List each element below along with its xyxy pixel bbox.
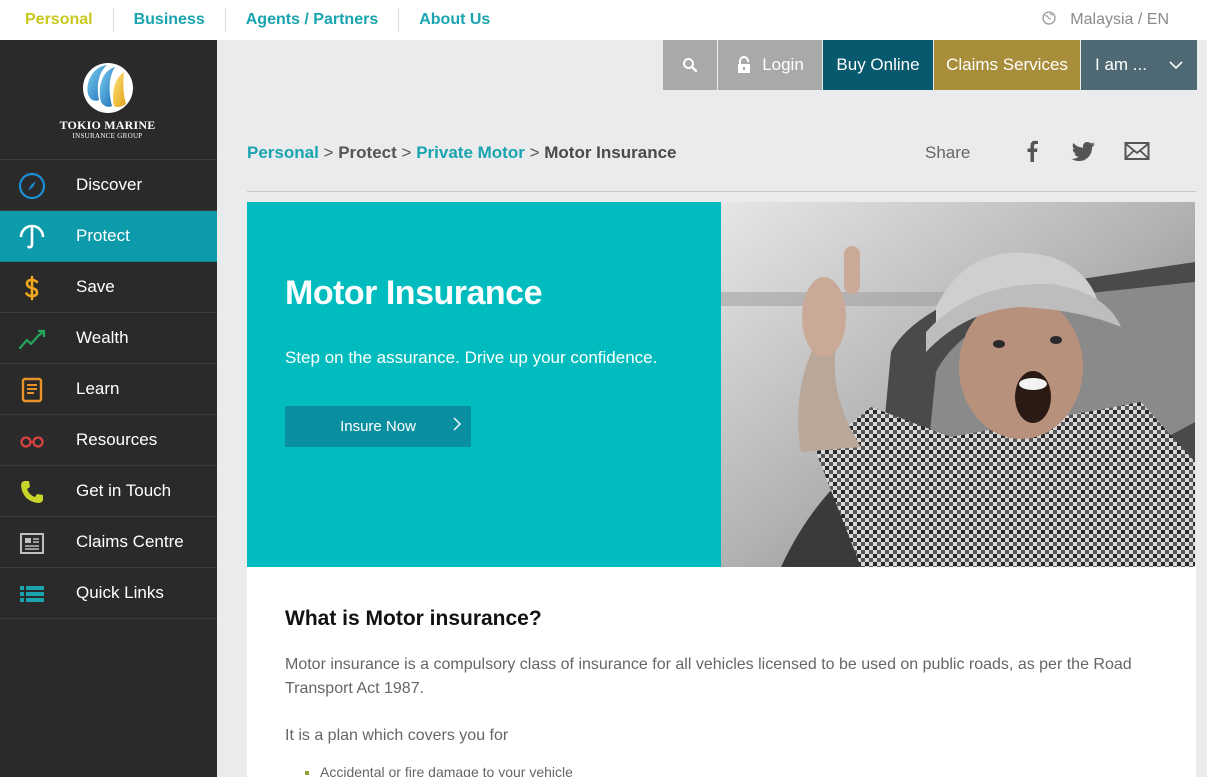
top-bar: Personal Business Agents / Partners Abou… xyxy=(0,0,1207,40)
intro-paragraph: Motor insurance is a compulsory class of… xyxy=(285,656,1132,697)
sidebar-item-protect[interactable]: Protect xyxy=(0,211,217,262)
sidebar-item-claims-centre[interactable]: Claims Centre xyxy=(0,517,217,568)
list-bullet xyxy=(305,771,309,775)
logo[interactable]: TOKIO MARINE INSURANCE GROUP xyxy=(0,40,217,160)
book-icon xyxy=(21,377,43,403)
i-am-dropdown[interactable]: I am ... xyxy=(1081,40,1197,90)
sidebar-item-wealth[interactable]: Wealth xyxy=(0,313,217,364)
sidebar-item-resources[interactable]: Resources xyxy=(0,415,217,466)
dollar-icon xyxy=(25,275,39,301)
breadcrumb-separator: > xyxy=(529,143,540,162)
email-icon[interactable] xyxy=(1124,139,1150,163)
search-icon xyxy=(683,58,698,73)
buy-online-button[interactable]: Buy Online xyxy=(823,40,933,90)
hero-banner: Motor Insurance Step on the assurance. D… xyxy=(247,202,721,567)
divider xyxy=(247,191,1196,192)
sidebar-item-label: Resources xyxy=(76,430,158,449)
breadcrumb-personal[interactable]: Personal xyxy=(247,143,319,162)
sidebar-item-label: Get in Touch xyxy=(76,481,172,500)
chevron-right-icon xyxy=(453,417,461,431)
umbrella-icon xyxy=(19,224,45,249)
share-label: Share xyxy=(925,143,971,162)
section-heading: What is Motor insurance? xyxy=(285,607,542,630)
lock-icon xyxy=(738,56,751,73)
login-button[interactable]: Login xyxy=(718,40,822,90)
insure-now-label: Insure Now xyxy=(340,418,416,435)
coverage-intro: It is a plan which covers you for xyxy=(285,727,509,744)
top-nav-about-us[interactable]: About Us xyxy=(399,8,510,32)
breadcrumb: Personal > Protect > Private Motor > Mot… xyxy=(247,143,677,163)
twitter-icon[interactable] xyxy=(1071,139,1097,163)
list-icon xyxy=(20,586,44,602)
logo-text-name: TOKIO MARINE xyxy=(59,118,156,132)
tokio-marine-logo-icon xyxy=(83,63,133,113)
claims-services-button[interactable]: Claims Services xyxy=(934,40,1080,90)
sidebar-item-label: Discover xyxy=(76,175,143,194)
list-item: Accidental or fire damage to your vehicl… xyxy=(320,764,573,777)
insure-now-button[interactable]: Insure Now xyxy=(285,406,471,447)
sidebar-item-get-in-touch[interactable]: Get in Touch xyxy=(0,466,217,517)
breadcrumb-separator: > xyxy=(323,143,334,162)
sidebar-item-label: Wealth xyxy=(76,328,129,347)
region-label: Malaysia / EN xyxy=(1070,11,1169,28)
sidebar: TOKIO MARINE INSURANCE GROUP Discover Pr… xyxy=(0,40,217,777)
man-in-car-thumbs-up-photo xyxy=(721,202,1195,567)
i-am-label: I am ... xyxy=(1095,55,1147,74)
compass-icon xyxy=(18,172,46,200)
breadcrumb-protect: Protect xyxy=(338,143,397,162)
hero-image xyxy=(721,202,1195,567)
top-nav-personal[interactable]: Personal xyxy=(0,8,114,32)
hero-subtitle: Step on the assurance. Drive up your con… xyxy=(285,348,658,367)
breadcrumb-current: Motor Insurance xyxy=(544,143,677,162)
sidebar-item-label: Protect xyxy=(76,226,130,245)
login-label: Login xyxy=(762,55,804,74)
sidebar-item-label: Claims Centre xyxy=(76,532,184,551)
phone-icon xyxy=(21,481,43,503)
action-bar: Login Buy Online Claims Services I am ..… xyxy=(663,40,1197,90)
sidebar-item-discover[interactable]: Discover xyxy=(0,160,217,211)
sidebar-item-label: Quick Links xyxy=(76,583,164,602)
trend-up-icon xyxy=(18,329,46,350)
sidebar-item-quick-links[interactable]: Quick Links xyxy=(0,568,217,619)
top-nav-business[interactable]: Business xyxy=(114,8,226,32)
sidebar-item-save[interactable]: Save xyxy=(0,262,217,313)
breadcrumb-separator: > xyxy=(401,143,412,162)
sidebar-item-label: Learn xyxy=(76,379,120,398)
region-selector[interactable]: Malaysia / EN xyxy=(1042,0,1169,40)
top-nav-agents-partners[interactable]: Agents / Partners xyxy=(226,8,400,32)
sidebar-item-label: Save xyxy=(76,277,115,296)
search-button[interactable] xyxy=(663,40,717,90)
logo-text-group: INSURANCE GROUP xyxy=(72,132,143,140)
top-nav: Personal Business Agents / Partners Abou… xyxy=(0,0,510,40)
chevron-down-icon xyxy=(1169,60,1183,69)
main-content: What is Motor insurance? Motor insurance… xyxy=(247,567,1196,777)
hero-title: Motor Insurance xyxy=(285,274,542,312)
sidebar-item-learn[interactable]: Learn xyxy=(0,364,217,415)
facebook-icon[interactable] xyxy=(1025,139,1039,163)
newspaper-icon xyxy=(20,533,44,554)
breadcrumb-private-motor[interactable]: Private Motor xyxy=(416,143,525,162)
globe-icon xyxy=(1042,10,1056,30)
glasses-icon xyxy=(20,436,44,448)
